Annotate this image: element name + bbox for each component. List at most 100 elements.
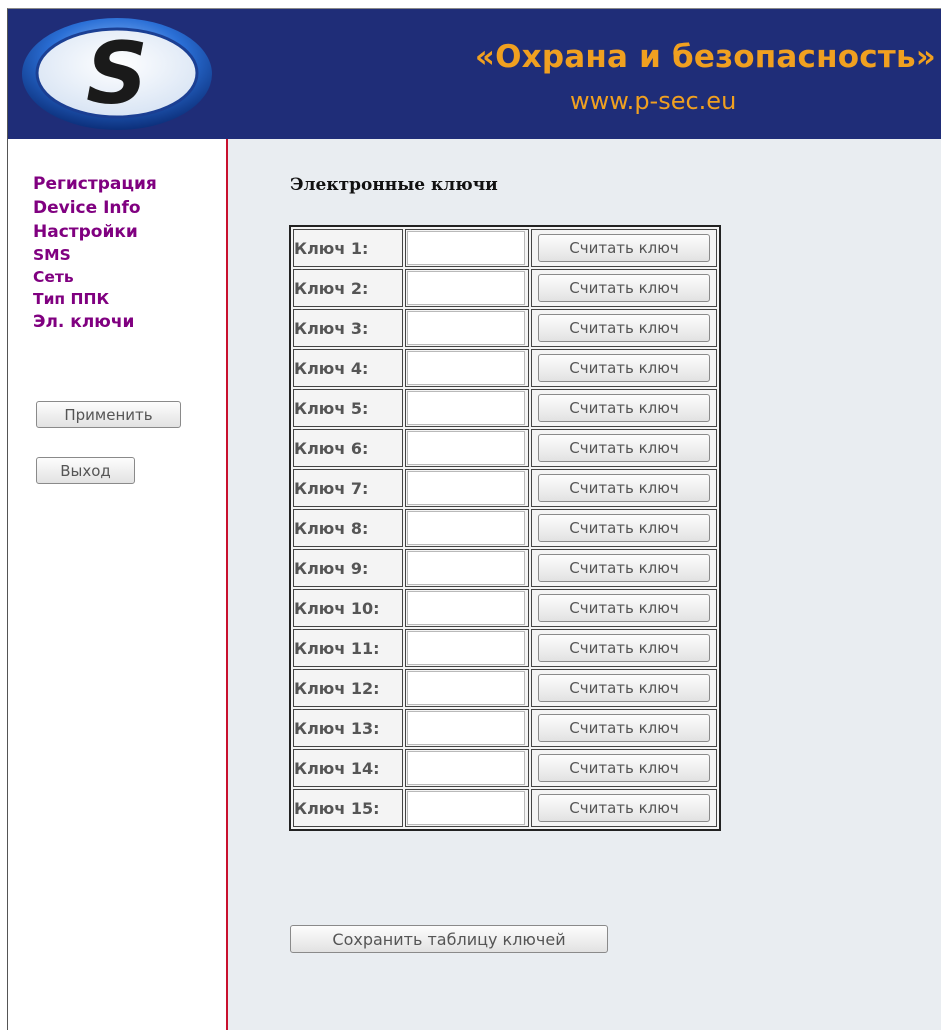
site-logo[interactable]: S bbox=[20, 16, 214, 132]
key-input-cell bbox=[405, 309, 529, 347]
read-key-button[interactable]: Считать ключ bbox=[538, 634, 710, 662]
read-key-button[interactable]: Считать ключ bbox=[538, 314, 710, 342]
key-input[interactable] bbox=[407, 271, 525, 305]
key-button-cell: Считать ключ bbox=[531, 669, 717, 707]
key-button-cell: Считать ключ bbox=[531, 789, 717, 827]
read-key-button[interactable]: Считать ключ bbox=[538, 474, 710, 502]
key-button-cell: Считать ключ bbox=[531, 509, 717, 547]
key-input[interactable] bbox=[407, 791, 525, 825]
key-input-cell bbox=[405, 229, 529, 267]
key-label: Ключ 6: bbox=[293, 429, 403, 467]
key-input[interactable] bbox=[407, 351, 525, 385]
main-content: Электронные ключи Ключ 1: Считать ключ Клю… bbox=[228, 139, 941, 1030]
read-key-button[interactable]: Считать ключ bbox=[538, 594, 710, 622]
key-input[interactable] bbox=[407, 551, 525, 585]
key-label: Ключ 5: bbox=[293, 389, 403, 427]
read-key-button[interactable]: Считать ключ bbox=[538, 754, 710, 782]
nav-link-settings[interactable]: Настройки bbox=[33, 220, 157, 244]
sidebar: Регистрация Device Info Настройки SMS Се… bbox=[8, 139, 228, 1030]
key-label: Ключ 11: bbox=[293, 629, 403, 667]
key-label: Ключ 15: bbox=[293, 789, 403, 827]
nav-link-device-info[interactable]: Device Info bbox=[33, 196, 157, 220]
key-label: Ключ 8: bbox=[293, 509, 403, 547]
key-row: Ключ 8: Считать ключ bbox=[293, 509, 717, 547]
key-button-cell: Считать ключ bbox=[531, 549, 717, 587]
key-input[interactable] bbox=[407, 231, 525, 265]
key-button-cell: Считать ключ bbox=[531, 429, 717, 467]
key-input[interactable] bbox=[407, 751, 525, 785]
key-input[interactable] bbox=[407, 631, 525, 665]
key-input[interactable] bbox=[407, 591, 525, 625]
key-row: Ключ 15: Считать ключ bbox=[293, 789, 717, 827]
sidebar-nav: Регистрация Device Info Настройки SMS Се… bbox=[33, 172, 157, 334]
brand-url[interactable]: www.p-sec.eu bbox=[570, 87, 736, 115]
read-key-button[interactable]: Считать ключ bbox=[538, 434, 710, 462]
key-input[interactable] bbox=[407, 511, 525, 545]
key-button-cell: Считать ключ bbox=[531, 629, 717, 667]
keys-table-body: Ключ 1: Считать ключ Ключ 2: Считать ключ Кл… bbox=[293, 229, 717, 827]
key-button-cell: Считать ключ bbox=[531, 709, 717, 747]
nav-link-sms[interactable]: SMS bbox=[33, 244, 157, 266]
key-label: Ключ 1: bbox=[293, 229, 403, 267]
read-key-button[interactable]: Считать ключ bbox=[538, 554, 710, 582]
key-input-cell bbox=[405, 429, 529, 467]
read-key-button[interactable]: Считать ключ bbox=[538, 674, 710, 702]
key-input-cell bbox=[405, 349, 529, 387]
logo-letter: S bbox=[86, 24, 148, 124]
key-input[interactable] bbox=[407, 391, 525, 425]
keys-table: Ключ 1: Считать ключ Ключ 2: Считать ключ Кл… bbox=[289, 225, 721, 831]
key-input-cell bbox=[405, 469, 529, 507]
read-key-button[interactable]: Считать ключ bbox=[538, 354, 710, 382]
key-row: Ключ 7: Считать ключ bbox=[293, 469, 717, 507]
nav-link-registration[interactable]: Регистрация bbox=[33, 172, 157, 196]
key-row: Ключ 2: Считать ключ bbox=[293, 269, 717, 307]
key-label: Ключ 13: bbox=[293, 709, 403, 747]
key-button-cell: Считать ключ bbox=[531, 309, 717, 347]
read-key-button[interactable]: Считать ключ bbox=[538, 394, 710, 422]
key-input[interactable] bbox=[407, 471, 525, 505]
key-label: Ключ 4: bbox=[293, 349, 403, 387]
read-key-button[interactable]: Считать ключ bbox=[538, 274, 710, 302]
nav-link-panel-type[interactable]: Тип ППК bbox=[33, 288, 157, 310]
brand-title: «Охрана и безопасность» bbox=[474, 39, 936, 75]
key-input[interactable] bbox=[407, 711, 525, 745]
key-input-cell bbox=[405, 629, 529, 667]
key-row: Ключ 13: Считать ключ bbox=[293, 709, 717, 747]
key-input[interactable] bbox=[407, 671, 525, 705]
key-row: Ключ 10: Считать ключ bbox=[293, 589, 717, 627]
read-key-button[interactable]: Считать ключ bbox=[538, 794, 710, 822]
key-button-cell: Считать ключ bbox=[531, 349, 717, 387]
key-input-cell bbox=[405, 669, 529, 707]
key-label: Ключ 3: bbox=[293, 309, 403, 347]
nav-link-electronic-keys[interactable]: Эл. ключи bbox=[33, 310, 157, 334]
apply-button[interactable]: Применить bbox=[36, 401, 181, 428]
key-input-cell bbox=[405, 789, 529, 827]
key-row: Ключ 5: Считать ключ bbox=[293, 389, 717, 427]
key-input-cell bbox=[405, 549, 529, 587]
key-input[interactable] bbox=[407, 311, 525, 345]
key-button-cell: Считать ключ bbox=[531, 229, 717, 267]
exit-button[interactable]: Выход bbox=[36, 457, 135, 484]
read-key-button[interactable]: Считать ключ bbox=[538, 234, 710, 262]
key-input-cell bbox=[405, 709, 529, 747]
read-key-button[interactable]: Считать ключ bbox=[538, 714, 710, 742]
key-input[interactable] bbox=[407, 431, 525, 465]
key-button-cell: Считать ключ bbox=[531, 469, 717, 507]
key-row: Ключ 12: Считать ключ bbox=[293, 669, 717, 707]
key-label: Ключ 9: bbox=[293, 549, 403, 587]
key-label: Ключ 12: bbox=[293, 669, 403, 707]
key-button-cell: Считать ключ bbox=[531, 389, 717, 427]
key-button-cell: Считать ключ bbox=[531, 749, 717, 787]
key-button-cell: Считать ключ bbox=[531, 589, 717, 627]
read-key-button[interactable]: Считать ключ bbox=[538, 514, 710, 542]
key-input-cell bbox=[405, 509, 529, 547]
key-row: Ключ 11: Считать ключ bbox=[293, 629, 717, 667]
page-title: Электронные ключи bbox=[290, 175, 498, 195]
key-label: Ключ 7: bbox=[293, 469, 403, 507]
nav-link-network[interactable]: Сеть bbox=[33, 266, 157, 288]
key-input-cell bbox=[405, 589, 529, 627]
save-keys-button[interactable]: Сохранить таблицу ключей bbox=[290, 925, 608, 953]
key-label: Ключ 2: bbox=[293, 269, 403, 307]
key-row: Ключ 9: Считать ключ bbox=[293, 549, 717, 587]
key-input-cell bbox=[405, 749, 529, 787]
